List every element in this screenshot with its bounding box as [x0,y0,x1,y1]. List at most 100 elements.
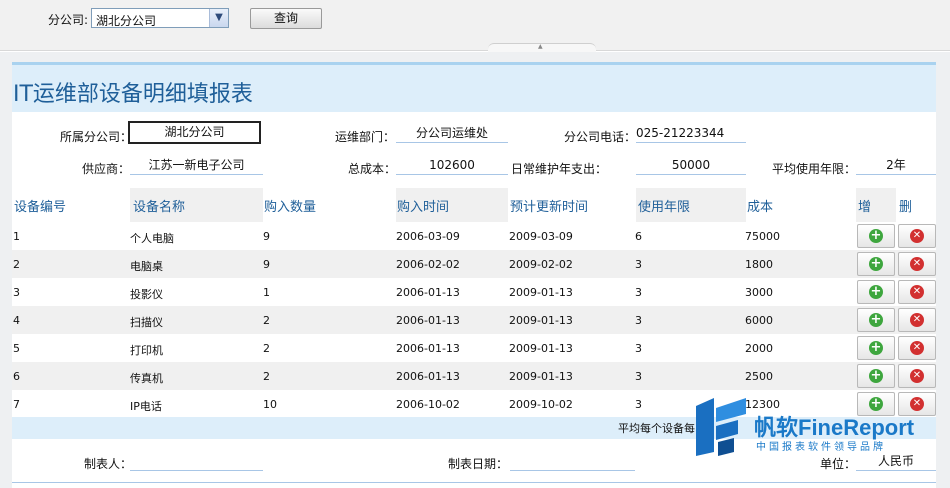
cell-qty[interactable]: 1 [263,286,270,299]
owner-branch-label: 所属分公司： [60,130,133,144]
phone-field[interactable]: 025-21223344 [636,124,746,143]
maker-label: 制表人： [84,457,133,471]
cell-cost[interactable]: 6000 [745,314,773,327]
cell-qty[interactable]: 9 [263,258,270,271]
table-row: 4 扫描仪 2 2006-01-13 2009-01-13 3 6000 + ✕ [12,306,936,334]
avg-years-field[interactable]: 2年 [856,156,936,175]
cell-name[interactable]: 电脑桌 [130,258,163,274]
maker-field[interactable] [130,452,263,471]
cell-qty[interactable]: 2 [263,370,270,383]
query-button[interactable]: 查询 [250,8,322,29]
date-field[interactable] [510,452,635,471]
cell-qty[interactable]: 9 [263,230,270,243]
add-row-button[interactable]: + [857,308,895,332]
cell-years[interactable]: 3 [635,286,642,299]
avg-years-label: 平均使用年限： [772,162,857,176]
total-cost-field[interactable]: 102600 [396,156,508,175]
col-header-purchase-date: 购入时间 [397,200,450,215]
table-row: 3 投影仪 1 2006-01-13 2009-01-13 3 3000 + ✕ [12,278,936,306]
maintenance-field[interactable]: 50000 [636,156,746,175]
supplier-label: 供应商： [82,162,131,176]
cell-update-date[interactable]: 2009-01-13 [509,370,573,383]
cell-update-date[interactable]: 2009-01-13 [509,314,573,327]
delete-row-button[interactable]: ✕ [898,308,936,332]
dept-field[interactable]: 分公司运维处 [396,124,508,143]
cell-name[interactable]: 传真机 [130,370,163,386]
table-row: 1 个人电脑 9 2006-03-09 2009-03-09 6 75000 +… [12,222,936,250]
add-row-button[interactable]: + [857,280,895,304]
cell-update-date[interactable]: 2009-03-09 [509,230,573,243]
cell-qty[interactable]: 2 [263,342,270,355]
cell-update-date[interactable]: 2009-10-02 [509,398,573,411]
supplier-field[interactable]: 江苏一新电子公司 [130,156,263,175]
cell-cost[interactable]: 2000 [745,342,773,355]
cell-cost[interactable]: 2500 [745,370,773,383]
branch-select-value: 湖北分公司 [96,14,157,28]
cell-update-date[interactable]: 2009-02-02 [509,258,573,271]
report-title: IT运维部设备明细填报表 [13,82,253,107]
cell-name[interactable]: 打印机 [130,342,163,358]
cell-years[interactable]: 3 [635,398,642,411]
title-bar: IT运维部设备明细填报表 [12,62,936,112]
col-header-name: 设备名称 [133,200,186,215]
cell-cost[interactable]: 1800 [745,258,773,271]
bottom-divider [12,482,936,483]
cell-name[interactable]: 投影仪 [130,286,163,302]
cell-cost[interactable]: 75000 [745,230,780,243]
date-label: 制表日期： [448,457,509,471]
delete-row-button[interactable]: ✕ [898,280,936,304]
cell-id: 7 [13,398,20,411]
logo-slogan-text: 中国报表软件领导品牌 [756,442,886,453]
cell-cost[interactable]: 3000 [745,286,773,299]
owner-branch-field[interactable]: 湖北分公司 [128,121,261,144]
add-row-button[interactable]: + [857,224,895,248]
cell-years[interactable]: 3 [635,258,642,271]
branch-select[interactable]: 湖北分公司 ▼ [91,8,229,28]
cell-years[interactable]: 3 [635,314,642,327]
cell-name[interactable]: IP电话 [130,398,162,414]
cell-years[interactable]: 6 [635,230,642,243]
col-header-years: 使用年限 [638,200,691,215]
delete-row-button[interactable]: ✕ [898,336,936,360]
cell-years[interactable]: 3 [635,342,642,355]
cell-update-date[interactable]: 2009-01-13 [509,286,573,299]
cell-purchase-date[interactable]: 2006-01-13 [396,286,460,299]
plus-icon: + [869,256,883,271]
cell-purchase-date[interactable]: 2006-02-02 [396,258,460,271]
close-icon: ✕ [910,285,924,299]
cell-id: 5 [13,342,20,355]
delete-row-button[interactable]: ✕ [898,224,936,248]
cell-qty[interactable]: 2 [263,314,270,327]
collapse-handle[interactable]: ▲ [488,43,596,52]
cell-id: 1 [13,230,20,243]
plus-icon: + [869,312,883,327]
collapse-arrow-icon[interactable]: ▲ [538,43,543,50]
col-header-qty: 购入数量 [264,200,317,215]
table-row: 2 电脑桌 9 2006-02-02 2009-02-02 3 1800 + ✕ [12,250,936,278]
branch-filter-label: 分公司: [48,13,89,27]
col-header-delete: 删 [899,200,913,215]
cell-update-date[interactable]: 2009-01-13 [509,342,573,355]
cell-name[interactable]: 扫描仪 [130,314,163,330]
add-row-button[interactable]: + [857,252,895,276]
cell-purchase-date[interactable]: 2006-03-09 [396,230,460,243]
close-icon: ✕ [910,257,924,271]
cell-id: 2 [13,258,20,271]
add-row-button[interactable]: + [857,336,895,360]
chevron-down-icon[interactable]: ▼ [209,9,228,27]
logo-mark-icon [696,398,746,456]
cell-purchase-date[interactable]: 2006-01-13 [396,342,460,355]
delete-row-button[interactable]: ✕ [898,364,936,388]
add-row-button[interactable]: + [857,364,895,388]
cell-name[interactable]: 个人电脑 [130,230,174,246]
cell-id: 3 [13,286,20,299]
cell-years[interactable]: 3 [635,370,642,383]
cell-purchase-date[interactable]: 2006-01-13 [396,370,460,383]
cell-id: 4 [13,314,20,327]
cell-qty[interactable]: 10 [263,398,277,411]
col-header-add: 增 [858,200,872,215]
cell-purchase-date[interactable]: 2006-10-02 [396,398,460,411]
cell-id: 6 [13,370,20,383]
delete-row-button[interactable]: ✕ [898,252,936,276]
cell-purchase-date[interactable]: 2006-01-13 [396,314,460,327]
